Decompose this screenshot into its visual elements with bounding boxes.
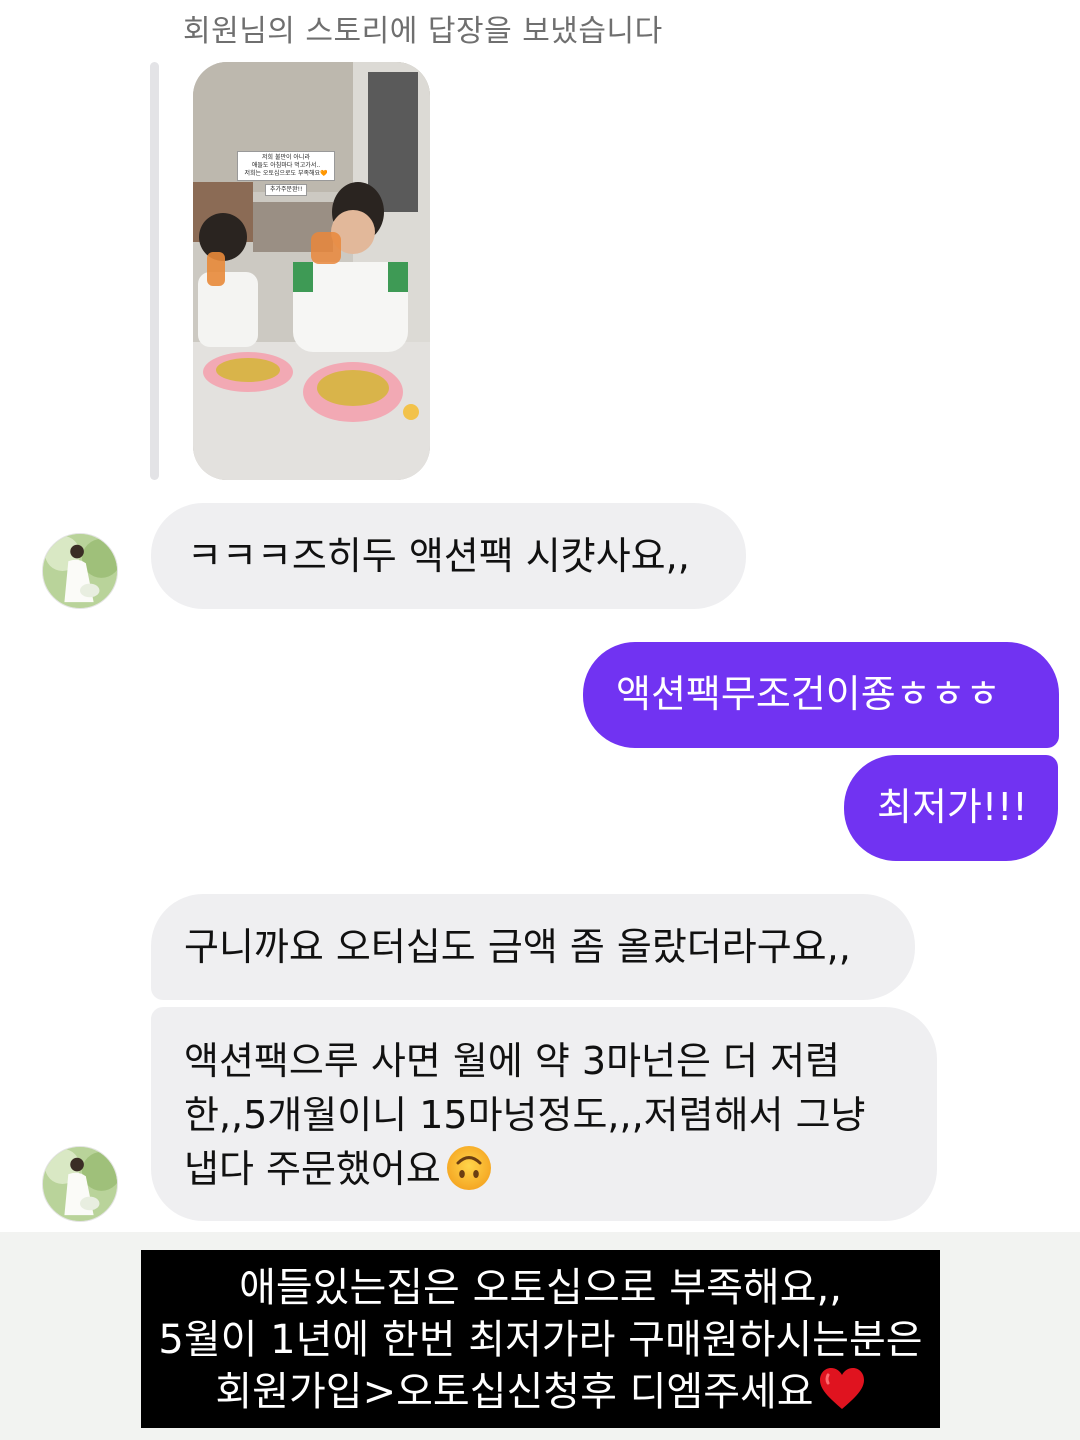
avatar-photo — [43, 534, 117, 608]
story-photo — [193, 62, 430, 480]
sender-avatar[interactable] — [42, 533, 118, 609]
message-bubble-incoming[interactable]: 구니까요 오터십도 금액 좀 올랐더라구요,, — [151, 894, 915, 1000]
message-text: 냅다 주문했어요 — [184, 1147, 441, 1191]
message-text: 최저가!!! — [877, 785, 1028, 829]
story-caption-line: 저희 불만이 아니라 — [262, 154, 310, 161]
overlay-caption: 애들있는집은 오토십으로 부족해요,, 5월이 1년에 한번 최저가라 구매원하… — [141, 1250, 940, 1428]
upside-down-face-icon — [446, 1146, 491, 1190]
story-caption-line: 애들도 아침마다 먹고가서.. — [251, 162, 321, 169]
story-caption-sticker: 저희 불만이 아니라 애들도 아침마다 먹고가서.. 저희는 오토십으로도 부족… — [237, 151, 335, 181]
message-text: 액션팩무조건이죵ㅎㅎㅎ — [616, 672, 1001, 716]
message-bubble-outgoing[interactable]: 액션팩무조건이죵ㅎㅎㅎ — [583, 642, 1059, 748]
sender-avatar[interactable] — [42, 1146, 118, 1222]
dm-conversation: 회원님의 스토리에 답장을 보냈습니다 저희 불만이 아니라 애들도 아침마다 … — [0, 0, 1080, 1440]
red-heart-icon — [819, 1368, 864, 1409]
message-text-line: 한,,5개월이니 15마넝정도,,,저렴해서 그냥 — [184, 1093, 866, 1137]
story-thumbnail[interactable]: 저희 불만이 아니라 애들도 아침마다 먹고가서.. 저희는 오토십으로도 부족… — [193, 62, 430, 480]
overlay-caption-line: 5월이 1년에 한번 최저가라 구매원하시는분은 — [158, 1317, 923, 1363]
story-reply-note: 회원님의 스토리에 답장을 보냈습니다 — [183, 14, 663, 49]
message-bubble-incoming[interactable]: 액션팩으루 사면 월에 약 3마넌은 더 저렴 한,,5개월이니 15마넝정도,… — [151, 1007, 937, 1221]
reply-quote-bar — [150, 62, 159, 480]
message-text-line: 액션팩으루 사면 월에 약 3마넌은 더 저렴 — [184, 1039, 841, 1083]
message-bubble-outgoing[interactable]: 최저가!!! — [844, 755, 1058, 861]
message-bubble-incoming[interactable]: ㅋㅋㅋ즈히두 액션팩 시캿사요,, — [151, 503, 746, 609]
overlay-caption-line: 애들있는집은 오토십으로 부족해요,, — [239, 1265, 842, 1311]
story-caption-line: 저희는 오토십으로도 부족해요🧡 — [244, 170, 328, 177]
message-text: ㅋㅋㅋ즈히두 액션팩 시캿사요,, — [187, 534, 690, 578]
avatar-photo — [43, 1147, 117, 1221]
overlay-caption-text: 회원가입>오토십신청후 디엠주세요 — [215, 1369, 814, 1415]
overlay-caption-line-with-emoji: 회원가입>오토십신청후 디엠주세요 — [141, 1366, 940, 1418]
message-text: 구니까요 오터십도 금액 좀 올랐더라구요,, — [184, 925, 851, 969]
message-text-line-with-emoji: 냅다 주문했어요 — [184, 1142, 937, 1196]
story-tag-sticker: 추가주문완!! — [265, 184, 308, 196]
